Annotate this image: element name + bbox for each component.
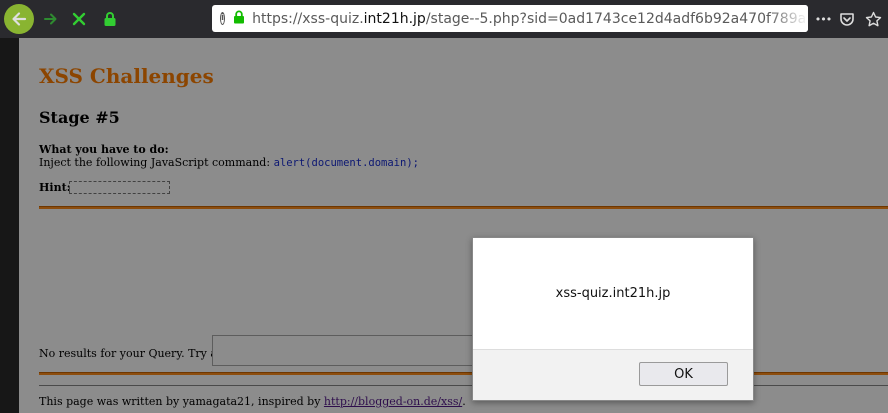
bookmark-star-icon[interactable]: [862, 8, 884, 30]
forward-arrow-icon: [44, 13, 57, 25]
close-icon: [72, 12, 86, 26]
back-button[interactable]: [4, 4, 34, 34]
url-fade: [768, 5, 808, 32]
url-prefix: https://xss-quiz.: [252, 10, 364, 27]
url-path: /stage--5.php?sid=0ad1743ce12d4adf6b92a4…: [425, 10, 808, 27]
info-icon[interactable]: i: [220, 12, 226, 25]
browser-toolbar: i https://xss-quiz.int21h.jp/stage--5.ph…: [0, 0, 888, 38]
url-bar[interactable]: i https://xss-quiz.int21h.jp/stage--5.ph…: [212, 5, 808, 32]
dialog-message: xss-quiz.int21h.jp: [555, 286, 671, 301]
alert-dialog: xss-quiz.int21h.jp OK: [472, 237, 754, 401]
stop-button[interactable]: [66, 6, 92, 32]
url-domain: int21h.jp: [363, 10, 426, 27]
page-actions-menu-icon[interactable]: •••: [812, 8, 834, 30]
modal-overlay: [0, 38, 888, 413]
dialog-footer: OK: [473, 349, 753, 400]
home-button[interactable]: [97, 6, 123, 32]
ok-button[interactable]: OK: [639, 362, 728, 386]
secure-lock-icon[interactable]: [233, 10, 245, 28]
lock-icon: [104, 12, 116, 26]
back-arrow-icon: [12, 12, 27, 26]
pocket-icon[interactable]: [836, 8, 858, 30]
toolbar-right-icons: •••: [812, 8, 888, 30]
forward-button[interactable]: [38, 6, 64, 32]
url-text[interactable]: https://xss-quiz.int21h.jp/stage--5.php?…: [252, 11, 808, 27]
